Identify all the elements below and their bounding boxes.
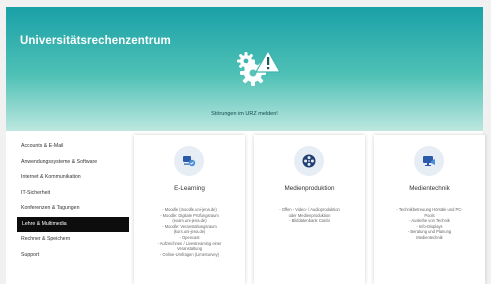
media-tech-icon [423, 156, 435, 166]
card-link-list: - Moodle (moodle.uni-jena.de) - Moodle: … [138, 207, 241, 257]
card-link-list: - Technikbetreuung Hörsäle und PC- Pools… [378, 207, 481, 241]
list-item[interactable]: - Bilddatenbank Cardo [258, 218, 361, 224]
sidebar-item-accounts-email[interactable]: Accounts & E-Mail [12, 139, 128, 155]
elearning-icon [183, 156, 196, 167]
card-title: Medienproduktion [284, 185, 335, 192]
card-medienproduktion[interactable]: Medienproduktion - Offen - Video- / Audi… [254, 135, 365, 284]
card-icon-circle [414, 146, 444, 176]
list-item[interactable]: Medientechnik [378, 235, 481, 241]
sidebar-nav: Accounts & E-Mail Anwendungssysteme & So… [12, 139, 129, 264]
card-link-list: - Offen - Video- / Audioproduktion oder … [258, 207, 361, 224]
sidebar-item-computers-storage[interactable]: Rechner & Speichern [12, 232, 128, 248]
sidebar-item-teaching-multimedia[interactable]: Lehre & Multimedia [17, 216, 129, 232]
gear-warning-icon[interactable] [232, 47, 282, 87]
card-medientechnik[interactable]: Medientechnik - Technikbetreuung Hörsäle… [374, 135, 485, 284]
card-title: E-Learning [174, 185, 205, 192]
card-title: Medientechnik [409, 185, 450, 192]
card-elearning[interactable]: E-Learning - Moodle (moodle.uni-jena.de)… [134, 135, 245, 284]
card-icon-circle [174, 146, 204, 176]
card-icon-circle [294, 146, 324, 176]
sidebar-item-support[interactable]: Support [12, 248, 128, 264]
list-item[interactable]: - Online-Umfragen (LimeSurvey) [138, 252, 241, 258]
hero-banner: Universitätsrechenzentrum Störungen im U… [6, 7, 483, 131]
sidebar-item-internet-communication[interactable]: Internet & Kommunikation [12, 170, 128, 186]
sidebar-item-application-systems-software[interactable]: Anwendungssysteme & Software [12, 155, 128, 171]
report-outage-link[interactable]: Störungen im URZ melden! [6, 111, 483, 117]
sidebar-item-it-security[interactable]: IT-Sicherheit [12, 186, 128, 202]
film-reel-icon [302, 154, 316, 168]
sidebar-item-conferences-meetings[interactable]: Konferenzen & Tagungen [12, 201, 128, 217]
site-title[interactable]: Universitätsrechenzentrum [20, 35, 171, 47]
